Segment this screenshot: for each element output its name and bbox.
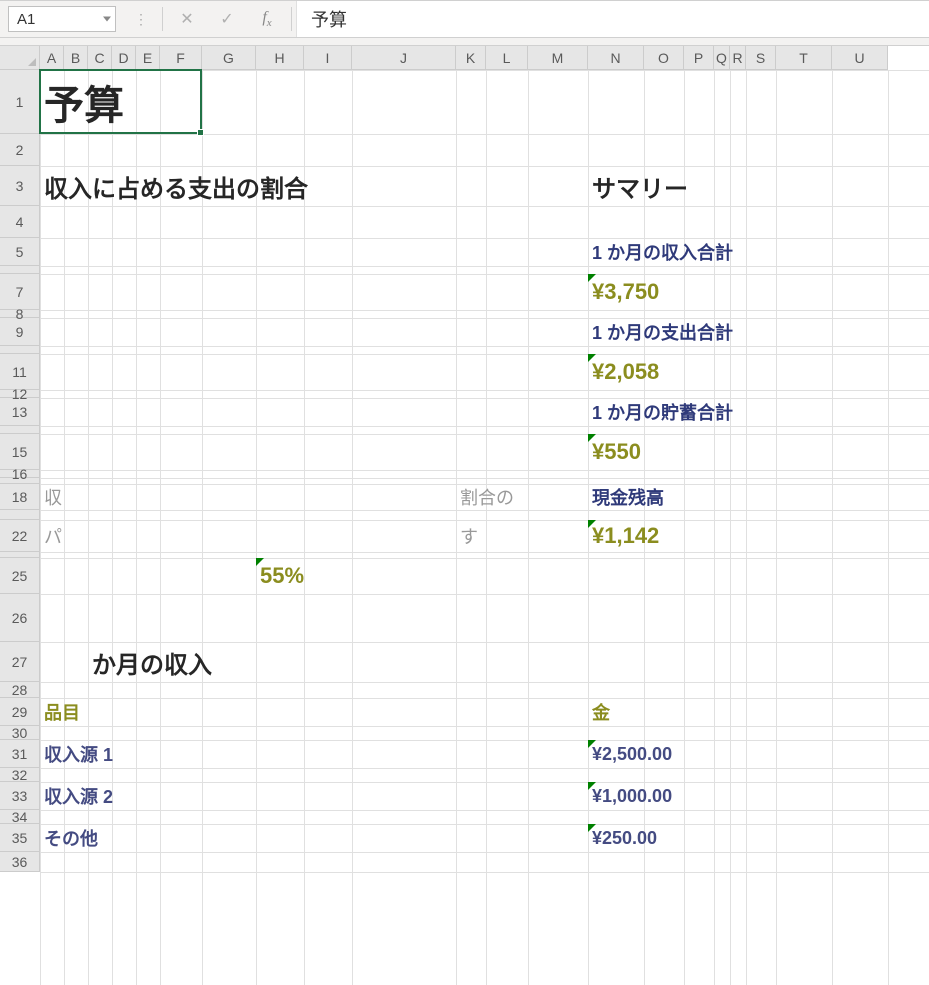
row-header-22[interactable]: 22 [0, 520, 40, 552]
row-header-29[interactable]: 29 [0, 698, 40, 726]
spreadsheet-area[interactable]: ABCDEFGHIJKLMNOPQRSTU 123457891112131516… [0, 38, 929, 985]
select-all-corner[interactable] [0, 46, 40, 70]
column-header-B[interactable]: B [64, 46, 88, 70]
cell-grid[interactable]: 予算収入に占める支出の割合 サマリー 1 か月の収入合計 ¥3,750 1 か月の支出合… [40, 70, 929, 985]
cell-income1-label[interactable]: 収入源 1 [44, 740, 113, 768]
cell-other-value[interactable]: ¥250.00 [592, 824, 657, 852]
column-header-R[interactable]: R [730, 46, 746, 70]
column-header-M[interactable]: M [528, 46, 588, 70]
row-header-4[interactable]: 4 [0, 206, 40, 238]
cell-ratio-heading[interactable]: 収入に占める支出の割合 [44, 166, 308, 206]
column-header-K[interactable]: K [456, 46, 486, 70]
row-header-2[interactable]: 2 [0, 134, 40, 166]
check-icon: ✓ [207, 9, 247, 29]
row-header-5[interactable]: 5 [0, 238, 40, 266]
cell-trunc-j18[interactable]: 割合の [460, 484, 514, 510]
column-header-N[interactable]: N [588, 46, 644, 70]
formula-bar: A1 ⋮ ✕ ✓ fx 予算 [0, 0, 929, 38]
separator [291, 7, 292, 31]
cell-expense-total-value[interactable]: ¥2,058 [592, 354, 659, 390]
cell-col-item[interactable]: 品目 [44, 698, 80, 726]
cell-trunc-a18[interactable]: 収 [44, 484, 62, 510]
row-headers: 1234578911121315161822252627282930313233… [0, 70, 40, 985]
cell-income1-value[interactable]: ¥2,500.00 [592, 740, 672, 768]
row-header-26[interactable]: 26 [0, 594, 40, 642]
row-header-18[interactable]: 18 [0, 484, 40, 510]
cell-income2-label[interactable]: 収入源 2 [44, 782, 113, 810]
cell-col-amount[interactable]: 金 [592, 698, 610, 726]
cell-expense-total-label[interactable]: 1 か月の支出合計 [592, 318, 733, 346]
column-header-J[interactable]: J [352, 46, 456, 70]
row-header-x18[interactable] [0, 510, 40, 520]
row-header-27[interactable]: 27 [0, 642, 40, 682]
formula-text: 予算 [311, 6, 347, 32]
row-header-3[interactable]: 3 [0, 166, 40, 206]
cell-savings-total-label[interactable]: 1 か月の貯蓄合計 [592, 398, 733, 426]
header-gap [0, 38, 929, 46]
column-headers: ABCDEFGHIJKLMNOPQRSTU [40, 46, 929, 70]
row-header-28[interactable]: 28 [0, 682, 40, 698]
cell-income-total-label[interactable]: 1 か月の収入合計 [592, 238, 733, 266]
column-header-Q[interactable]: Q [714, 46, 730, 70]
cell-cash-label[interactable]: 現金残高 [592, 484, 664, 510]
column-header-I[interactable]: I [304, 46, 352, 70]
cell-summary-heading[interactable]: サマリー [592, 166, 688, 206]
row-header-34[interactable]: 34 [0, 810, 40, 824]
row-header-30[interactable]: 30 [0, 726, 40, 740]
column-header-O[interactable]: O [644, 46, 684, 70]
column-header-S[interactable]: S [746, 46, 776, 70]
name-box[interactable]: A1 [8, 6, 116, 32]
row-header-12[interactable]: 12 [0, 390, 40, 398]
row-header-8[interactable]: 8 [0, 310, 40, 318]
fx-icon[interactable]: fx [247, 9, 287, 29]
row-header-x9[interactable] [0, 346, 40, 354]
cell-title[interactable]: 予算 [44, 70, 124, 134]
cell-cash-value[interactable]: ¥1,142 [592, 520, 659, 552]
column-header-U[interactable]: U [832, 46, 888, 70]
row-header-33[interactable]: 33 [0, 782, 40, 810]
column-header-G[interactable]: G [202, 46, 256, 70]
cell-monthly-income-heading[interactable]: か月の収入 [92, 642, 212, 682]
cell-trunc-a22[interactable]: パ [44, 520, 62, 552]
cell-other-label[interactable]: その他 [44, 824, 98, 852]
formula-input[interactable]: 予算 [296, 1, 929, 37]
column-header-C[interactable]: C [88, 46, 112, 70]
row-header-16[interactable]: 16 [0, 470, 40, 478]
separator [162, 7, 163, 31]
column-header-F[interactable]: F [160, 46, 202, 70]
cell-trunc-j22[interactable]: す [460, 520, 478, 552]
name-box-value: A1 [17, 11, 35, 28]
row-header-31[interactable]: 31 [0, 740, 40, 768]
cell-income2-value[interactable]: ¥1,000.00 [592, 782, 672, 810]
row-header-25[interactable]: 25 [0, 558, 40, 594]
column-header-E[interactable]: E [136, 46, 160, 70]
cancel-icon: ✕ [167, 9, 207, 29]
cell-income-total-value[interactable]: ¥3,750 [592, 274, 659, 310]
row-header-35[interactable]: 35 [0, 824, 40, 852]
row-header-1[interactable]: 1 [0, 70, 40, 134]
row-header-9[interactable]: 9 [0, 318, 40, 346]
column-header-P[interactable]: P [684, 46, 714, 70]
cell-percent[interactable]: 55% [260, 558, 304, 594]
expand-dots-icon[interactable]: ⋮ [124, 12, 158, 26]
row-header-36[interactable]: 36 [0, 852, 40, 872]
column-header-L[interactable]: L [486, 46, 528, 70]
row-header-x13[interactable] [0, 426, 40, 434]
column-header-A[interactable]: A [40, 46, 64, 70]
row-header-32[interactable]: 32 [0, 768, 40, 782]
row-header-x5[interactable] [0, 266, 40, 274]
cell-savings-total-value[interactable]: ¥550 [592, 434, 641, 470]
row-header-13[interactable]: 13 [0, 398, 40, 426]
column-header-H[interactable]: H [256, 46, 304, 70]
column-header-T[interactable]: T [776, 46, 832, 70]
column-header-D[interactable]: D [112, 46, 136, 70]
chevron-down-icon[interactable] [103, 17, 111, 22]
